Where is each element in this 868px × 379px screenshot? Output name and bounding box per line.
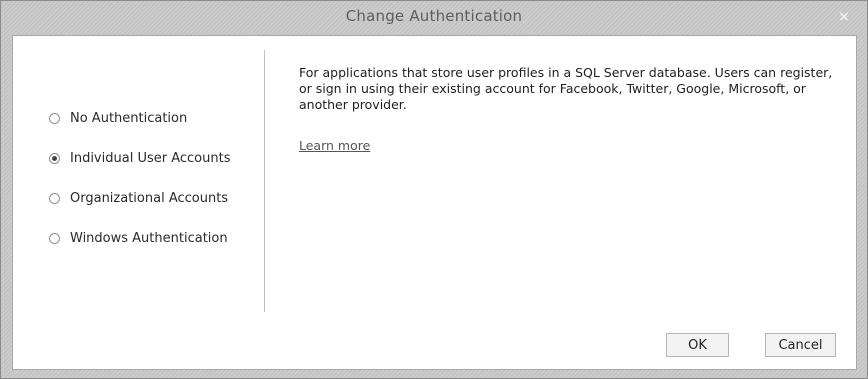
ok-button[interactable]: OK bbox=[666, 333, 729, 357]
option-label: Windows Authentication bbox=[70, 230, 228, 246]
option-organizational-accounts[interactable]: Organizational Accounts bbox=[49, 188, 228, 208]
option-label: No Authentication bbox=[70, 110, 188, 126]
authentication-options: No Authentication Individual User Accoun… bbox=[13, 36, 264, 369]
option-individual-user-accounts[interactable]: Individual User Accounts bbox=[49, 148, 230, 168]
change-authentication-dialog: Change Authentication × No Authenticatio… bbox=[0, 0, 868, 379]
option-description: For applications that store user profile… bbox=[299, 65, 833, 112]
close-icon[interactable]: × bbox=[835, 8, 853, 26]
option-no-authentication[interactable]: No Authentication bbox=[49, 108, 187, 128]
dialog-title: Change Authentication bbox=[345, 7, 523, 25]
option-label: Organizational Accounts bbox=[70, 190, 229, 206]
radio-button[interactable] bbox=[49, 232, 60, 244]
radio-button[interactable] bbox=[49, 192, 60, 204]
panel-divider bbox=[264, 50, 265, 312]
option-label: Individual User Accounts bbox=[70, 150, 231, 166]
title-bar[interactable]: Change Authentication × bbox=[1, 1, 867, 35]
dialog-content: No Authentication Individual User Accoun… bbox=[12, 35, 857, 370]
radio-button[interactable] bbox=[49, 112, 60, 124]
cancel-button[interactable]: Cancel bbox=[765, 333, 836, 357]
radio-button[interactable] bbox=[49, 152, 60, 164]
learn-more-link[interactable]: Learn more bbox=[299, 138, 370, 153]
option-windows-authentication[interactable]: Windows Authentication bbox=[49, 228, 228, 248]
